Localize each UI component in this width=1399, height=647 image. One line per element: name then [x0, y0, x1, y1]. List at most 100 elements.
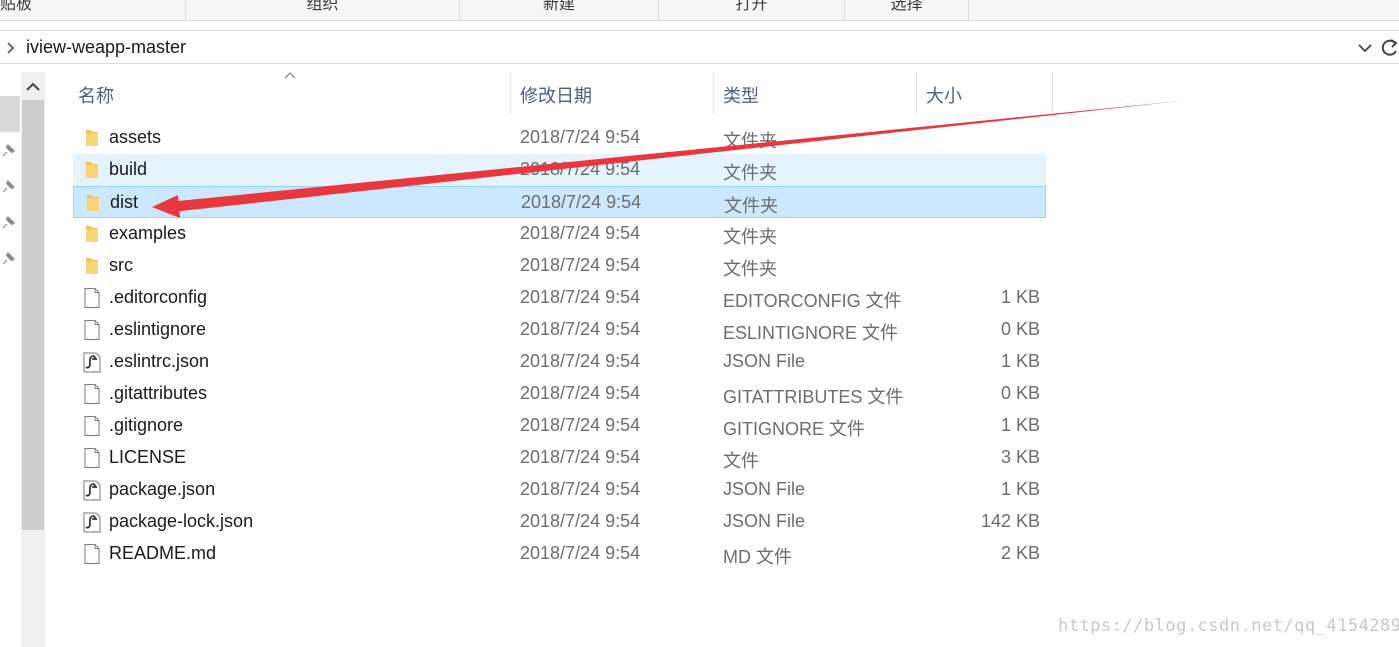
folder-icon [81, 223, 103, 245]
column-header-label: 类型 [723, 86, 759, 106]
file-row[interactable]: build 2018/7/24 9:54 文件夹 [73, 154, 1046, 186]
file-row[interactable]: assets 2018/7/24 9:54 文件夹 [73, 122, 1046, 154]
scroll-up-arrow-icon[interactable] [21, 76, 45, 98]
file-date: 2018/7/24 9:54 [520, 447, 641, 467]
file-type: GITATTRIBUTES 文件 [723, 387, 904, 407]
file-type: JSON File [723, 511, 806, 531]
ribbon-group-labels: 贴板 组织 新建 打开 选择 [0, 0, 1399, 21]
file-row[interactable]: .gitignore 2018/7/24 9:54 GITIGNORE 文件 1 KB [73, 410, 1046, 442]
file-type: 文件夹 [723, 131, 777, 151]
column-header-label: 大小 [926, 86, 962, 106]
file-name: .gitignore [109, 415, 184, 435]
file-row[interactable]: dist 2018/7/24 9:54 文件夹 [73, 186, 1046, 218]
pin-icon[interactable] [0, 215, 16, 231]
file-name: .editorconfig [109, 287, 208, 307]
address-bar[interactable]: iview-weapp-master [0, 30, 1399, 64]
file-row[interactable]: .eslintignore 2018/7/24 9:54 ESLINTIGNORE … [73, 314, 1046, 346]
ribbon-group-organize[interactable]: 组织 [186, 0, 460, 21]
file-date: 2018/7/24 9:54 [521, 192, 642, 212]
file-icon [81, 319, 103, 341]
ribbon-group-open[interactable]: 打开 [659, 0, 845, 21]
column-header-label: 修改日期 [520, 86, 592, 106]
pin-icon[interactable] [0, 179, 16, 195]
column-header-type[interactable]: 类型 [714, 72, 916, 114]
file-row[interactable]: package-lock.json 2018/7/24 9:54 JSON File… [73, 506, 1046, 538]
folder-icon [81, 255, 103, 277]
pin-icon[interactable] [0, 251, 16, 267]
file-type: JSON File [723, 351, 806, 371]
file-size: 2 KB [1000, 543, 1040, 563]
file-date: 2018/7/24 9:54 [520, 319, 641, 339]
column-divider[interactable] [1052, 72, 1053, 114]
ribbon-group-label: 新建 [542, 0, 575, 13]
ribbon-group-label: 打开 [735, 0, 768, 13]
file-size: 1 KB [1000, 287, 1040, 307]
file-type: 文件 [723, 451, 759, 471]
file-type: JSON File [723, 479, 806, 499]
chevron-down-icon[interactable] [1356, 39, 1374, 57]
refresh-icon[interactable] [1380, 37, 1399, 59]
file-date: 2018/7/24 9:54 [520, 287, 641, 307]
ribbon-group-clipboard[interactable]: 贴板 [0, 0, 186, 21]
file-name: .eslintrc.json [109, 351, 210, 371]
file-row[interactable]: .editorconfig 2018/7/24 9:54 EDITORCONFIG … [73, 282, 1046, 314]
file-name: package.json [109, 479, 216, 499]
file-name: LICENSE [109, 447, 187, 467]
watermark: https://blog.csdn.net/qq_41542894 [1058, 616, 1399, 636]
file-date: 2018/7/24 9:54 [520, 255, 641, 275]
column-header-size[interactable]: 大小 [917, 72, 1052, 114]
file-icon [81, 287, 103, 309]
folder-icon [82, 192, 104, 214]
file-icon [81, 447, 103, 469]
file-row[interactable]: src 2018/7/24 9:54 文件夹 [73, 250, 1046, 282]
file-date: 2018/7/24 9:54 [520, 543, 641, 563]
file-row[interactable]: package.json 2018/7/24 9:54 JSON File 1 KB [73, 474, 1046, 506]
file-row[interactable]: examples 2018/7/24 9:54 文件夹 [73, 218, 1046, 250]
file-type: 文件夹 [723, 259, 777, 279]
file-row[interactable]: .eslintrc.json 2018/7/24 9:54 JSON File 1 K… [73, 346, 1046, 378]
file-type: EDITORCONFIG 文件 [723, 291, 902, 311]
file-date: 2018/7/24 9:54 [520, 511, 641, 531]
file-type: MD 文件 [723, 547, 792, 567]
file-name: dist [110, 192, 139, 212]
file-size: 0 KB [1000, 383, 1040, 403]
file-type: 文件夹 [723, 227, 777, 247]
pin-icon[interactable] [0, 143, 16, 159]
file-size: 0 KB [1000, 319, 1040, 339]
column-header-name[interactable]: 名称 [62, 72, 510, 114]
file-date: 2018/7/24 9:54 [520, 159, 641, 179]
file-date: 2018/7/24 9:54 [520, 415, 641, 435]
nav-selected-item[interactable] [0, 96, 20, 132]
file-row[interactable]: README.md 2018/7/24 9:54 MD 文件 2 KB [73, 538, 1046, 570]
json-file-icon [81, 479, 103, 501]
file-row[interactable]: .gitattributes 2018/7/24 9:54 GITATTRIBUTE… [73, 378, 1046, 410]
column-header-date[interactable]: 修改日期 [511, 72, 713, 114]
ribbon-group-label: 选择 [890, 0, 923, 13]
chevron-right-icon[interactable] [4, 39, 18, 57]
folder-icon [81, 159, 103, 181]
file-icon [81, 543, 103, 565]
file-name: README.md [109, 543, 217, 563]
file-type: 文件夹 [724, 196, 778, 216]
file-icon [81, 415, 103, 437]
folder-icon [81, 127, 103, 149]
file-name: package-lock.json [109, 511, 254, 531]
ribbon-group-new[interactable]: 新建 [460, 0, 659, 21]
file-row[interactable]: LICENSE 2018/7/24 9:54 文件 3 KB [73, 442, 1046, 474]
file-type: ESLINTIGNORE 文件 [723, 323, 899, 343]
file-size: 3 KB [1000, 447, 1040, 467]
address-path[interactable]: iview-weapp-master [26, 37, 186, 58]
file-name: examples [109, 223, 187, 243]
ribbon-group-select[interactable]: 选择 [845, 0, 969, 21]
column-header-label: 名称 [78, 86, 114, 106]
file-size: 1 KB [1000, 479, 1040, 499]
file-name: build [109, 159, 148, 179]
file-size: 1 KB [1000, 415, 1040, 435]
json-file-icon [81, 351, 103, 373]
file-date: 2018/7/24 9:54 [520, 383, 641, 403]
file-name: .eslintignore [109, 319, 207, 339]
file-name: assets [109, 127, 162, 147]
file-size: 1 KB [1000, 351, 1040, 371]
nav-scrollbar-thumb[interactable] [22, 100, 44, 530]
json-file-icon [81, 511, 103, 533]
